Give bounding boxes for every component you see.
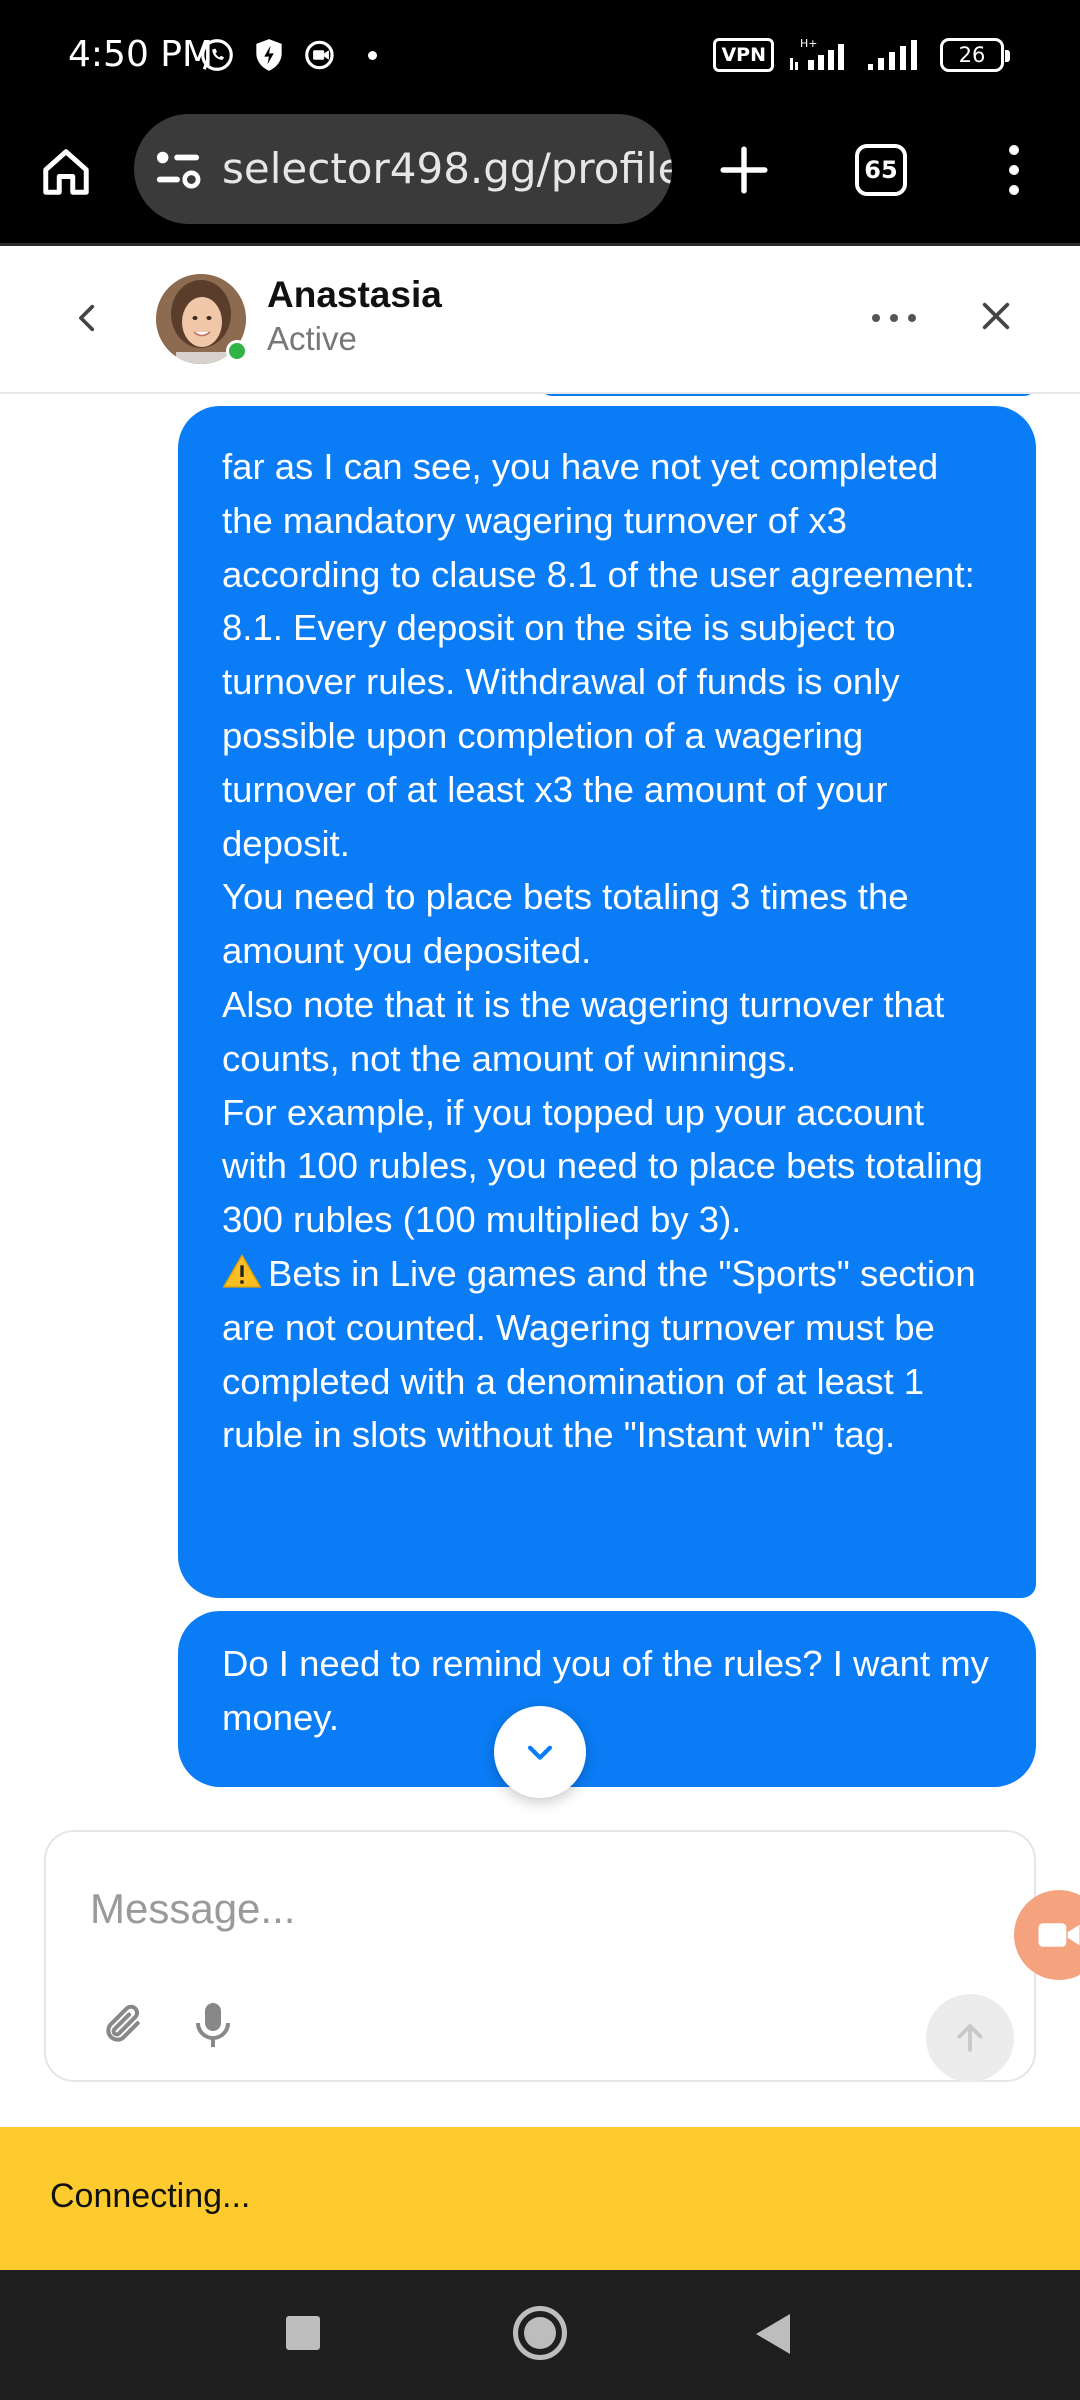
video-recorder-icon (305, 40, 334, 70)
chevron-down-icon (527, 1745, 553, 1760)
contact-status: Active (267, 320, 357, 357)
contact-name: Anastasia (267, 274, 442, 315)
address-bar[interactable]: selector498.gg/profile (134, 114, 672, 224)
warning-icon (222, 1253, 262, 1288)
message-line: 8.1. Every deposit on the site is subjec… (222, 607, 900, 864)
tab-switcher-button[interactable]: 65 (855, 144, 907, 196)
status-notification-icons (198, 36, 377, 74)
arrow-up-icon (957, 2024, 983, 2052)
microphone-button[interactable] (188, 1998, 238, 2052)
close-icon (982, 302, 1010, 330)
status-system-icons: VPN H+ 26 (713, 36, 1010, 74)
message-bubble[interactable]: far as I can see, you have not yet compl… (178, 406, 1036, 1598)
battery-indicator: 26 (940, 38, 1010, 72)
close-button[interactable] (970, 290, 1022, 342)
scroll-to-bottom-button[interactable] (494, 1706, 586, 1798)
shield-bolt-icon (256, 39, 282, 71)
paperclip-icon (106, 2004, 140, 2042)
back-button[interactable] (60, 290, 116, 346)
message-composer (44, 1830, 1036, 2082)
signal-icon-2 (868, 40, 917, 70)
whatsapp-icon (201, 39, 233, 71)
send-button[interactable] (926, 1994, 1014, 2082)
connection-status-text: Connecting... (50, 2177, 251, 2215)
chevron-left-icon (79, 304, 95, 332)
warning-text: Bets in Live games and the "Sports" sect… (222, 1252, 976, 1456)
microphone-icon (196, 2003, 230, 2047)
home-icon (43, 149, 89, 195)
url-text: selector498.gg/profile (222, 144, 672, 193)
recents-button[interactable] (286, 2316, 320, 2350)
message-input[interactable] (90, 1874, 970, 1944)
home-button[interactable] (30, 136, 102, 208)
browser-toolbar: selector498.gg/profile 65 (0, 110, 1080, 246)
signal-icon: H+ (790, 37, 844, 70)
previous-message-bubble (540, 394, 1036, 396)
new-tab-button[interactable] (706, 132, 782, 208)
message-line: You need to place bets totaling 3 times … (222, 876, 909, 972)
video-icon (1038, 1923, 1080, 1947)
message-line: Do I need to remind you of the rules? I … (222, 1643, 989, 1738)
network-type-label: H+ (800, 37, 818, 50)
vpn-badge: VPN (713, 38, 774, 72)
message-line: far as I can see, you have not yet compl… (222, 446, 975, 595)
more-horiz-icon[interactable] (872, 294, 916, 342)
notification-dot (368, 50, 377, 60)
message-line: Also note that it is the wagering turnov… (222, 983, 945, 1079)
chat-header: Anastasia Active (0, 246, 1080, 394)
message-list[interactable]: far as I can see, you have not yet compl… (0, 394, 1080, 1794)
status-time: 4:50 PM (68, 34, 214, 75)
message-bubble[interactable]: Do I need to remind you of the rules? I … (178, 1611, 1036, 1787)
attach-button[interactable] (98, 2000, 148, 2050)
message-line-warning: Bets in Live games and the "Sports" sect… (222, 1247, 992, 1462)
online-indicator (226, 340, 248, 362)
connection-banner: Connecting... (0, 2127, 1080, 2270)
status-bar: 4:50 PM VPN H+ 26 (0, 0, 1080, 110)
more-vert-icon[interactable] (996, 130, 1032, 210)
message-line: For example, if you topped up your accou… (222, 1091, 983, 1241)
tune-icon[interactable] (152, 146, 204, 192)
plus-icon (720, 146, 768, 194)
system-home-button[interactable] (513, 2306, 567, 2360)
system-back-button[interactable] (756, 2314, 790, 2354)
system-nav-bar (0, 2270, 1080, 2400)
